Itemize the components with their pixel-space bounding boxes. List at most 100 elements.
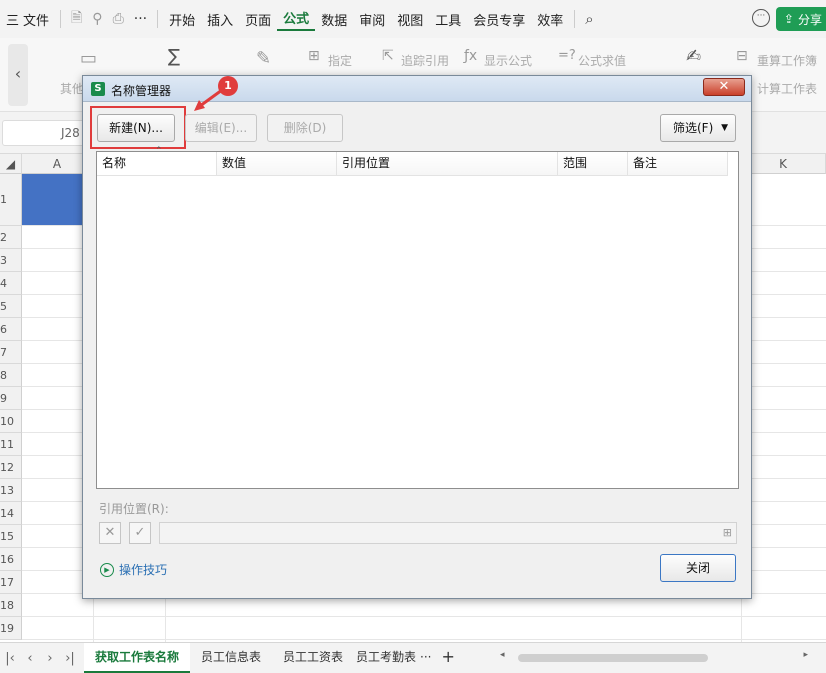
range-picker-icon[interactable]: ⊞ [723, 526, 732, 539]
dialog-close-icon[interactable]: ✕ [703, 78, 745, 96]
row-header[interactable]: 1 [0, 174, 22, 226]
dropdown-arrow-icon: ▼ [721, 123, 728, 133]
row-header[interactable]: 17 [0, 571, 22, 594]
tab-view[interactable]: 视图 [391, 10, 429, 29]
recalc-workbook-icon: ⊟ [736, 48, 748, 64]
add-sheet-button[interactable]: + [436, 643, 461, 673]
cancel-ref-icon[interactable]: ✕ [99, 522, 121, 544]
name-manager-icon[interactable]: ✎ [256, 48, 271, 69]
ribbon-recalc-sheet[interactable]: 计算工作表 [757, 80, 817, 97]
ribbon-trace-precedents[interactable]: 追踪引用 [401, 52, 449, 69]
scroll-right-icon[interactable]: ▸ [803, 650, 808, 660]
autosum-icon[interactable]: ∑ [168, 46, 180, 67]
row-header[interactable]: 13 [0, 479, 22, 502]
column-value[interactable]: 数值 [217, 152, 337, 176]
message-icon[interactable]: ··· [752, 9, 770, 27]
scrollbar-thumb[interactable] [518, 654, 708, 662]
edit-button[interactable]: 编辑(E)... [185, 114, 257, 142]
row-header[interactable]: 6 [0, 318, 22, 341]
share-icon: ⇪ [783, 12, 794, 26]
filter-label: 筛选(F) [673, 121, 714, 135]
refers-to-input[interactable]: ⊞ [159, 522, 737, 544]
menu-separator [574, 10, 576, 28]
link-icon[interactable]: ⚲ [87, 11, 107, 27]
scroll-left-icon[interactable]: ◂ [500, 650, 505, 660]
sort-up-icon: ⌃ [155, 146, 163, 156]
define-name-icon: ⊞ [308, 48, 320, 64]
sheet-tab-employee-info[interactable]: 员工信息表 [190, 643, 272, 673]
row-header[interactable]: 2 [0, 226, 22, 249]
corner-select-all[interactable]: ◢ [0, 154, 22, 174]
column-comment[interactable]: 备注 [628, 152, 728, 176]
names-list[interactable]: 名称 ⌃ 数值 引用位置 范围 备注 [96, 146, 739, 489]
tab-page[interactable]: 页面 [239, 10, 277, 29]
ribbon-show-formula[interactable]: 显示公式 [484, 52, 532, 69]
tab-efficiency[interactable]: 效率 [531, 10, 569, 29]
row-header[interactable]: 9 [0, 387, 22, 410]
function-icon[interactable]: ▭ [80, 48, 97, 69]
ribbon-define[interactable]: 指定 [328, 52, 352, 69]
filter-dropdown[interactable]: 筛选(F) ▼ [660, 114, 736, 142]
row-header[interactable]: 10 [0, 410, 22, 433]
row-header[interactable]: 12 [0, 456, 22, 479]
row-header[interactable]: 5 [0, 295, 22, 318]
refers-to-label: 引用位置(R): [99, 502, 169, 516]
row-header[interactable]: 11 [0, 433, 22, 456]
more-sheets-icon[interactable]: ··· [416, 643, 435, 673]
sheet-tab-salary[interactable]: 员工工资表 [272, 643, 354, 673]
tab-tools[interactable]: 工具 [429, 10, 467, 29]
column-header-k[interactable]: K [741, 154, 826, 174]
menu-file[interactable]: 文件 [21, 10, 55, 29]
close-button[interactable]: 关闭 [660, 554, 736, 582]
column-refers-to[interactable]: 引用位置 [337, 152, 558, 176]
confirm-ref-icon[interactable]: ✓ [129, 522, 151, 544]
row-header[interactable]: 16 [0, 548, 22, 571]
dialog-title-bar[interactable]: S 名称管理器 ✕ [83, 76, 751, 102]
horizontal-scrollbar[interactable]: ◂ ▸ [500, 650, 808, 662]
trace-precedents-icon: ⇱ [382, 48, 394, 64]
tab-member[interactable]: 会员专享 [467, 10, 531, 29]
more-icon[interactable]: ··· [129, 11, 152, 27]
first-sheet-icon[interactable]: |‹ [0, 651, 20, 666]
ribbon-recalc-workbook[interactable]: 重算工作簿 [757, 52, 817, 69]
app-logo-icon: S [91, 82, 105, 96]
row-header[interactable]: 14 [0, 502, 22, 525]
row-header[interactable]: 4 [0, 272, 22, 295]
show-formula-icon: ƒx [464, 48, 478, 64]
row-header[interactable]: 15 [0, 525, 22, 548]
name-manager-dialog: S 名称管理器 ✕ 新建(N)... 编辑(E)... 删除(D) 筛选(F) … [82, 75, 752, 599]
row-header[interactable]: 3 [0, 249, 22, 272]
calc-options-icon[interactable]: ✍ [686, 46, 701, 67]
ribbon-other[interactable]: 其他 [60, 80, 84, 97]
menu-bar: 三 文件 🗎 ⚲ ⎙ ··· 开始 插入 页面 公式 数据 审阅 视图 工具 会… [0, 0, 826, 38]
row-header[interactable]: 19 [0, 617, 22, 640]
ribbon-scroll-left-icon[interactable]: ‹ [8, 44, 28, 106]
share-label: 分享 [797, 12, 822, 27]
evaluate-formula-icon: =? [558, 48, 576, 63]
row-header[interactable]: 18 [0, 594, 22, 617]
tips-link[interactable]: ▶ 操作技巧 [100, 561, 167, 578]
print-icon[interactable]: ⎙ [108, 11, 129, 27]
tab-formula[interactable]: 公式 [277, 8, 316, 31]
row-header[interactable]: 7 [0, 341, 22, 364]
save-icon[interactable]: 🗎 [66, 7, 87, 31]
hamburger-menu-icon[interactable]: 三 [0, 10, 21, 29]
new-button[interactable]: 新建(N)... [97, 114, 175, 142]
sheet-tab-get-names[interactable]: 获取工作表名称 [84, 643, 191, 673]
sheet-tab-attendance[interactable]: 员工考勤表 [354, 643, 416, 673]
row-header[interactable]: 8 [0, 364, 22, 387]
tab-review[interactable]: 审阅 [353, 10, 391, 29]
tab-data[interactable]: 数据 [315, 10, 353, 29]
search-icon[interactable]: ⌕ [580, 10, 598, 28]
delete-button[interactable]: 删除(D) [267, 114, 343, 142]
tab-home[interactable]: 开始 [163, 10, 201, 29]
prev-sheet-icon[interactable]: ‹ [20, 651, 40, 666]
menu-separator [157, 10, 159, 28]
ribbon-evaluate-formula[interactable]: 公式求值 [578, 52, 626, 69]
last-sheet-icon[interactable]: ›| [60, 651, 80, 666]
next-sheet-icon[interactable]: › [40, 651, 60, 666]
column-scope[interactable]: 范围 [558, 152, 628, 176]
tab-insert[interactable]: 插入 [201, 10, 239, 29]
share-button[interactable]: ⇪ 分享 [775, 7, 826, 31]
annotation-badge: 1 [218, 76, 238, 96]
